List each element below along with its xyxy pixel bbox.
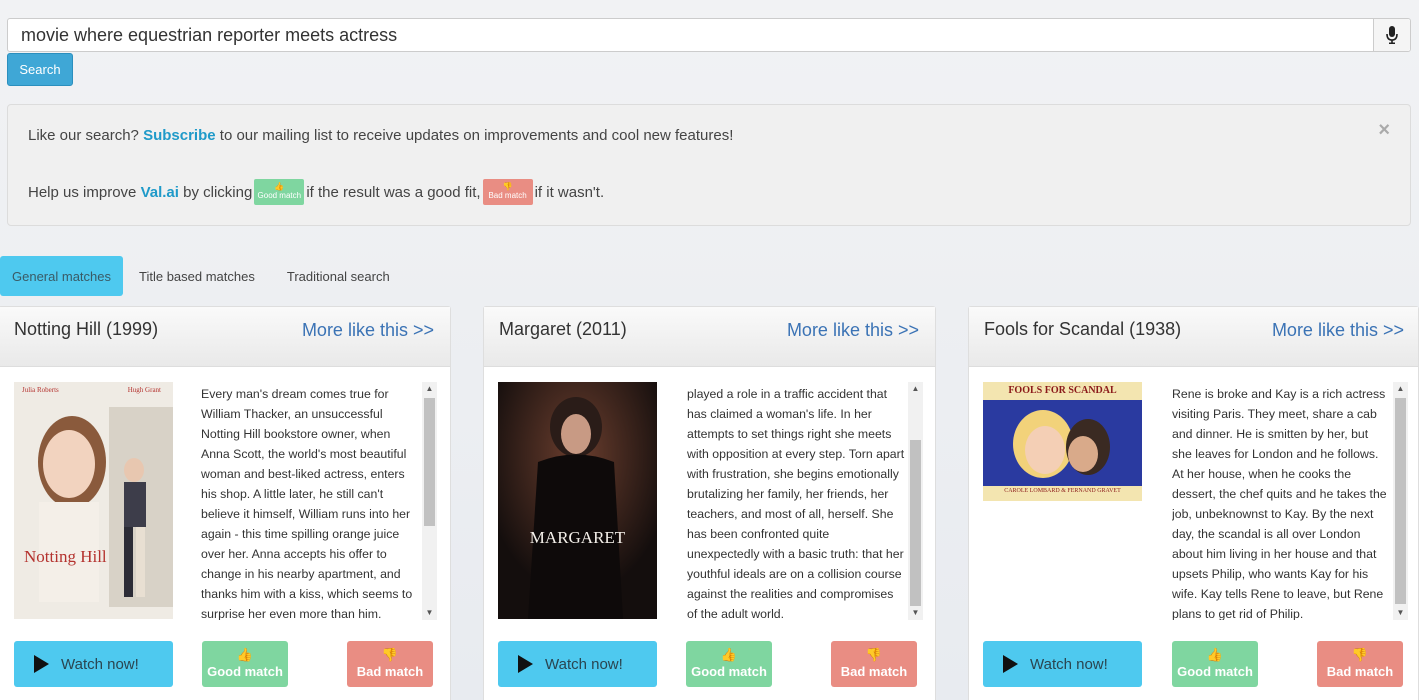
card-header: Fools for Scandal (1938) More like this … [969, 307, 1418, 367]
search-bar [7, 18, 1411, 52]
more-like-this-link[interactable]: More like this >> [302, 320, 434, 341]
scroll-up-icon[interactable]: ▲ [908, 382, 923, 396]
search-input[interactable] [8, 19, 1374, 51]
good-match-button[interactable]: 👍 Good match [1172, 641, 1258, 687]
watch-now-button[interactable]: Watch now! [498, 641, 657, 687]
card-header: Margaret (2011) More like this >> [484, 307, 935, 367]
description-scrollbar[interactable]: ▲ ▼ [908, 382, 923, 620]
notice-text: Help us improve [28, 183, 137, 201]
movie-poster: Julia Roberts Hugh Grant Notting Hill [14, 382, 173, 619]
movie-title: Fools for Scandal (1938) [984, 319, 1182, 339]
poster-title: FOOLS FOR SCANDAL [1008, 385, 1117, 396]
movie-title: Notting Hill (1999) [14, 319, 159, 339]
notice-text: if it wasn't. [534, 183, 605, 201]
thumbs-up-icon: 👍 [1206, 647, 1224, 663]
watch-now-label: Watch now! [61, 655, 139, 673]
mini-bad-label: Bad match [488, 191, 527, 200]
scroll-thumb[interactable] [424, 398, 435, 526]
thumbs-up-icon: 👍 [236, 647, 254, 663]
description-scrollbar[interactable]: ▲ ▼ [1393, 382, 1408, 620]
watch-now-label: Watch now! [545, 655, 623, 673]
scroll-up-icon[interactable]: ▲ [422, 382, 437, 396]
subscribe-link[interactable]: Subscribe [143, 127, 216, 144]
notice-line-feedback: Help us improve Val.ai by clicking 👍 Goo… [28, 179, 604, 205]
scroll-up-icon[interactable]: ▲ [1393, 382, 1408, 396]
good-match-label: Good match [691, 664, 767, 679]
scroll-down-icon[interactable]: ▼ [422, 606, 437, 620]
poster-credit-left: Julia Roberts [22, 386, 59, 394]
tab-traditional-search[interactable]: Traditional search [271, 256, 406, 296]
scroll-down-icon[interactable]: ▼ [908, 606, 923, 620]
movie-card: Notting Hill (1999) More like this >> Ju… [0, 306, 451, 700]
description-box: Every man's dream comes true for William… [201, 382, 437, 620]
poster-art [498, 382, 657, 619]
bad-match-button[interactable]: 👎 Bad match [1317, 641, 1403, 687]
notice-text: Like our search? [28, 127, 139, 144]
poster-art [14, 382, 173, 619]
poster-title: MARGARET [529, 528, 626, 547]
scroll-thumb[interactable] [910, 440, 921, 606]
mini-good-badge: 👍 Good match [254, 179, 305, 205]
tab-title-based-matches[interactable]: Title based matches [123, 256, 271, 296]
scroll-down-icon[interactable]: ▼ [1393, 606, 1408, 620]
bad-match-button[interactable]: 👎 Bad match [347, 641, 433, 687]
thumbs-down-icon: 👎 [1351, 647, 1369, 663]
poster-credits: CAROLE LOMBARD & FERNAND GRAVET [1004, 488, 1121, 494]
close-icon[interactable]: × [1378, 119, 1390, 142]
thumbs-down-icon: 👎 [865, 647, 883, 663]
notice-line-subscribe: Like our search? Subscribe to our mailin… [28, 127, 733, 144]
thumbs-up-icon: 👍 [720, 647, 738, 663]
movie-title: Margaret (2011) [499, 319, 627, 339]
mini-good-label: Good match [257, 191, 302, 200]
description-box: played a role in a traffic accident that… [687, 382, 923, 620]
result-tabs: General matches Title based matches Trad… [0, 256, 406, 296]
description-scrollbar[interactable]: ▲ ▼ [422, 382, 437, 620]
movie-card: Margaret (2011) More like this >> MARGAR… [483, 306, 936, 700]
microphone-icon [1386, 26, 1398, 44]
watch-now-label: Watch now! [1030, 655, 1108, 673]
movie-description: Every man's dream comes true for William… [201, 387, 413, 620]
tab-general-matches[interactable]: General matches [0, 256, 123, 296]
movie-description: Rene is broke and Kay is a rich actress … [1172, 387, 1387, 620]
bad-match-label: Bad match [356, 664, 424, 679]
bad-match-button[interactable]: 👎 Bad match [831, 641, 917, 687]
microphone-button[interactable] [1373, 19, 1410, 51]
play-icon [34, 655, 49, 673]
movie-card: Fools for Scandal (1938) More like this … [968, 306, 1419, 700]
search-button[interactable]: Search [7, 53, 73, 86]
poster-art [983, 382, 1142, 501]
subscribe-notice: Like our search? Subscribe to our mailin… [7, 104, 1411, 226]
poster-credit-right: Hugh Grant [127, 386, 161, 394]
watch-now-button[interactable]: Watch now! [983, 641, 1142, 687]
thumbs-down-icon: 👎 [381, 647, 399, 663]
movie-poster: FOOLS FOR SCANDAL CAROLE LOMBARD & FERNA… [983, 382, 1142, 501]
good-match-label: Good match [207, 664, 283, 679]
card-header: Notting Hill (1999) More like this >> [0, 307, 450, 367]
notice-text: by clicking [183, 183, 253, 201]
play-icon [518, 655, 533, 673]
brand-link[interactable]: Val.ai [141, 184, 179, 201]
movie-poster: MARGARET [498, 382, 657, 619]
more-like-this-link[interactable]: More like this >> [1272, 320, 1404, 341]
bad-match-label: Bad match [840, 664, 908, 679]
description-box: Rene is broke and Kay is a rich actress … [1172, 382, 1408, 620]
notice-text: if the result was a good fit, [306, 183, 481, 201]
bad-match-label: Bad match [1326, 664, 1394, 679]
scroll-thumb[interactable] [1395, 398, 1406, 604]
notice-text: to our mailing list to receive updates o… [219, 127, 734, 144]
poster-title: Notting Hill [24, 547, 107, 566]
mini-bad-badge: 👎 Bad match [482, 179, 533, 205]
movie-description: played a role in a traffic accident that… [687, 387, 905, 620]
play-icon [1003, 655, 1018, 673]
good-match-button[interactable]: 👍 Good match [202, 641, 288, 687]
more-like-this-link[interactable]: More like this >> [787, 320, 919, 341]
good-match-button[interactable]: 👍 Good match [686, 641, 772, 687]
good-match-label: Good match [1177, 664, 1253, 679]
watch-now-button[interactable]: Watch now! [14, 641, 173, 687]
